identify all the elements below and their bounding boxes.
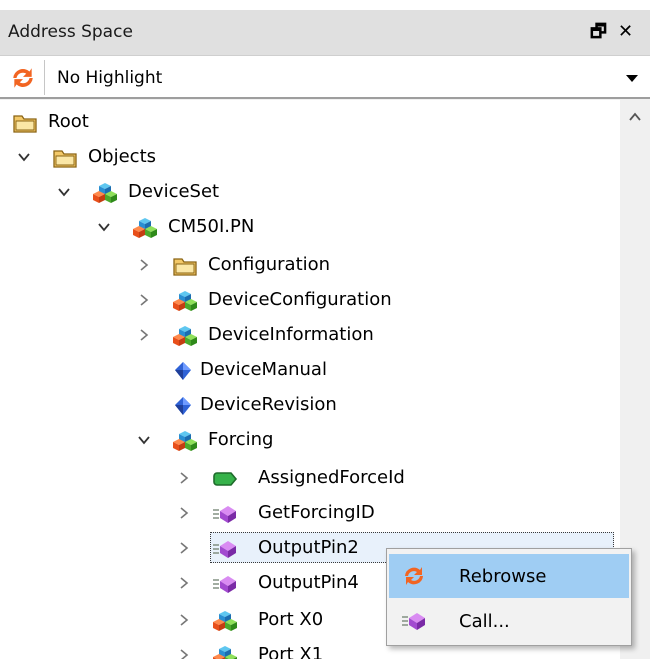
menu-item-label: Rebrowse xyxy=(459,566,547,587)
tree-node-assignedforceid[interactable]: AssignedForceId xyxy=(0,461,620,496)
expand-chevron-icon[interactable] xyxy=(17,150,31,164)
tree-node-label: DeviceConfiguration xyxy=(208,289,392,310)
folder-icon xyxy=(52,146,78,170)
collapse-chevron-icon[interactable] xyxy=(177,576,191,590)
method-icon xyxy=(401,609,427,633)
collapse-chevron-icon[interactable] xyxy=(137,293,151,307)
object-cubes-icon xyxy=(172,429,198,453)
tree-node-label: Forcing xyxy=(208,429,274,450)
refresh-icon[interactable] xyxy=(8,65,38,91)
folder-icon xyxy=(12,111,38,135)
collapse-chevron-icon[interactable] xyxy=(137,258,151,272)
tree-node-label: Root xyxy=(48,111,89,132)
tree-node-label: DeviceInformation xyxy=(208,324,374,345)
method-icon xyxy=(212,537,238,561)
tree-node-forcing[interactable]: Forcing xyxy=(0,423,620,458)
expand-chevron-icon[interactable] xyxy=(57,185,71,199)
tree-node-label: Port X1 xyxy=(258,644,324,659)
object-cubes-icon xyxy=(172,324,198,348)
context-menu: Rebrowse Call... xyxy=(386,548,632,646)
object-cubes-icon xyxy=(92,181,118,205)
collapse-chevron-icon[interactable] xyxy=(177,506,191,520)
object-cubes-icon xyxy=(132,216,158,240)
top-strip xyxy=(0,0,650,10)
tree-node-deviceinformation[interactable]: DeviceInformation xyxy=(0,318,620,353)
tree-node-label: DeviceManual xyxy=(200,359,327,380)
highlight-select[interactable]: No Highlight xyxy=(44,60,650,95)
variable-tag-icon xyxy=(212,467,238,491)
expand-chevron-icon[interactable] xyxy=(97,220,111,234)
refresh-icon xyxy=(401,564,427,588)
panel-title-bar: Address Space 🗗 ✕ xyxy=(0,10,650,56)
method-icon xyxy=(212,572,238,596)
menu-item-label: Call... xyxy=(459,611,510,632)
tree-node-deviceconfiguration[interactable]: DeviceConfiguration xyxy=(0,283,620,318)
expand-chevron-icon[interactable] xyxy=(137,433,151,447)
tree-node-getforcingid[interactable]: GetForcingID xyxy=(0,496,620,531)
close-icon[interactable]: ✕ xyxy=(618,21,633,43)
menu-item-rebrowse[interactable]: Rebrowse xyxy=(389,554,629,598)
tree-node-devicemanual[interactable]: DeviceManual xyxy=(0,353,620,388)
highlight-toolbar: No Highlight xyxy=(0,56,650,99)
object-cubes-icon xyxy=(172,289,198,313)
tree-node-label: DeviceRevision xyxy=(200,394,337,415)
tree-node-configuration[interactable]: Configuration xyxy=(0,248,620,283)
tree-node-label: OutputPin4 xyxy=(258,572,359,593)
float-window-icon[interactable]: 🗗 xyxy=(590,21,607,43)
tree-node-label: Port X0 xyxy=(258,609,324,630)
object-cubes-icon xyxy=(212,609,238,633)
tree-node-label: OutputPin2 xyxy=(258,537,359,558)
property-diamond-icon xyxy=(170,359,196,383)
tree-node-deviceset[interactable]: DeviceSet xyxy=(0,175,620,210)
collapse-chevron-icon[interactable] xyxy=(177,471,191,485)
property-diamond-icon xyxy=(170,394,196,418)
collapse-chevron-icon[interactable] xyxy=(137,328,151,342)
menu-item-call[interactable]: Call... xyxy=(389,599,629,643)
collapse-chevron-icon[interactable] xyxy=(177,648,191,659)
tree-node-label: AssignedForceId xyxy=(258,467,405,488)
object-cubes-icon xyxy=(212,644,238,659)
tree-node-devicerevision[interactable]: DeviceRevision xyxy=(0,388,620,423)
collapse-chevron-icon[interactable] xyxy=(177,613,191,627)
method-icon xyxy=(212,502,238,526)
scroll-up-icon[interactable] xyxy=(628,110,642,124)
collapse-chevron-icon[interactable] xyxy=(177,541,191,555)
folder-icon xyxy=(172,254,198,278)
tree-node-label: Configuration xyxy=(208,254,331,275)
tree-node-cm50i[interactable]: CM50I.PN xyxy=(0,210,620,245)
tree-node-label: DeviceSet xyxy=(128,181,220,202)
tree-node-label: CM50I.PN xyxy=(168,216,255,237)
panel-title: Address Space xyxy=(8,22,133,42)
tree-node-label: GetForcingID xyxy=(258,502,375,523)
highlight-select-value: No Highlight xyxy=(57,68,163,88)
tree-node-label: Objects xyxy=(88,146,157,167)
tree-node-root[interactable]: Root xyxy=(0,105,620,140)
tree-node-objects[interactable]: Objects xyxy=(0,140,620,175)
chevron-down-icon[interactable] xyxy=(626,75,638,82)
